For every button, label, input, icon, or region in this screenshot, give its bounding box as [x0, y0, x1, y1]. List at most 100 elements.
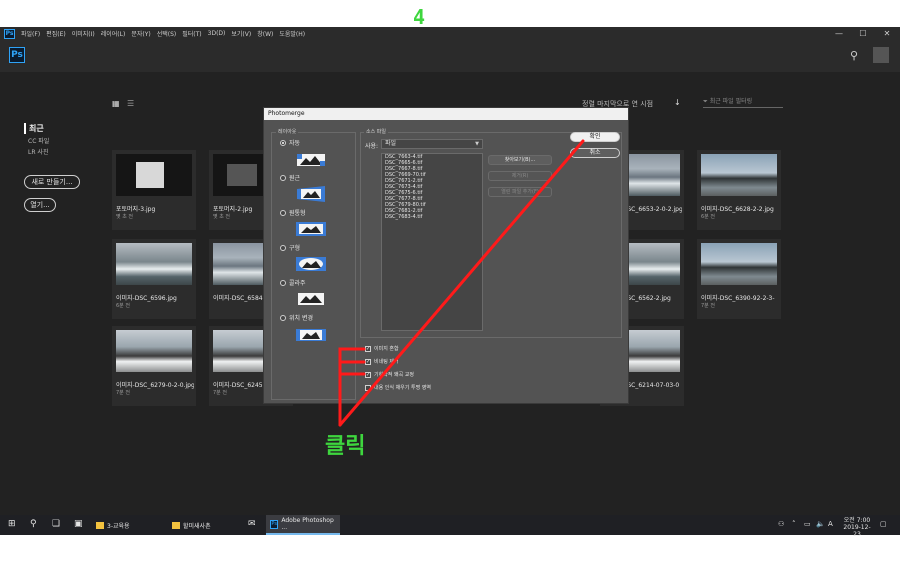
- clock[interactable]: 오전 7:00 2019-12-23: [840, 517, 874, 538]
- menu-image[interactable]: 이미지(I): [72, 29, 95, 38]
- dialog-title: Photomerge: [264, 108, 628, 120]
- menu-help[interactable]: 도움말(H): [279, 29, 305, 38]
- menu-window[interactable]: 창(W): [257, 29, 273, 38]
- search-icon[interactable]: ⚲: [30, 519, 37, 529]
- sort-direction-icon[interactable]: ↓: [674, 98, 681, 107]
- file-name: 이미지-DSC_6279-0-2-0.jpg: [116, 382, 194, 389]
- new-file-button[interactable]: 새로 만들기...: [24, 175, 80, 189]
- option-content-aware-fill[interactable]: 내용 인식 채우기 투명 영역: [365, 384, 431, 391]
- notification-icon[interactable]: ▢: [880, 520, 887, 528]
- layout-reposition-icon: [296, 329, 326, 341]
- chevron-down-icon: ▼: [475, 141, 479, 147]
- list-item[interactable]: DSC_7683-4.tif: [382, 214, 482, 220]
- radio-button[interactable]: [280, 209, 286, 216]
- recent-file-card[interactable]: 이미지-DSC_6390-92-2-3- 7분 전: [697, 239, 781, 319]
- search-icon[interactable]: ⚲: [850, 49, 858, 62]
- store-icon[interactable]: ▣: [74, 519, 83, 529]
- file-time: 7분 전: [701, 303, 715, 309]
- cancel-button[interactable]: 취소: [570, 148, 620, 158]
- radio-button[interactable]: [280, 174, 286, 181]
- annotation-label: 클릭: [325, 434, 366, 459]
- checkbox-label: 기하학적 왜곡 교정: [374, 372, 414, 378]
- add-open-files-button[interactable]: 열린 파일 추가(F): [488, 187, 552, 197]
- clock-date: 2019-12-23: [843, 524, 871, 538]
- radio-button[interactable]: [280, 139, 286, 146]
- use-select[interactable]: 파일 ▼: [381, 139, 483, 149]
- sidebar-item-lr-photos[interactable]: LR 사진: [28, 147, 48, 156]
- windows-start-icon[interactable]: ⊞: [8, 519, 16, 529]
- sidebar-item-cc-files[interactable]: CC 파일: [28, 136, 49, 145]
- folder-icon: [172, 521, 180, 529]
- taskbar-app-folder-1[interactable]: 3-교육용: [92, 515, 166, 535]
- file-thumbnail: [701, 154, 777, 196]
- menu-edit[interactable]: 편집(E): [46, 29, 66, 38]
- open-file-button[interactable]: 열기...: [24, 198, 56, 212]
- minimize-button[interactable]: —: [828, 27, 850, 40]
- browse-button[interactable]: 찾아보기(B)...: [488, 155, 552, 165]
- recent-file-card[interactable]: 이미지-DSC_6279-0-2-0.jpg 7분 전: [112, 326, 196, 406]
- layout-radio-cylindrical[interactable]: 원통형: [280, 208, 306, 217]
- recent-file-card[interactable]: 이미지-DSC_6628-2-2.jpg 6분 전: [697, 150, 781, 230]
- file-name: 이미지-DSC_6628-2-2.jpg: [701, 206, 774, 213]
- grid-view-icon[interactable]: ▦: [112, 99, 120, 108]
- source-group-label: 소스 파일: [364, 128, 388, 135]
- source-file-list[interactable]: DSC_7663-4.tif DSC_7665-6.tif DSC_7667-8…: [381, 153, 483, 331]
- sidebar-item-recent[interactable]: 최근: [24, 123, 44, 134]
- option-blend-images[interactable]: ✓ 이미지 혼합: [365, 345, 399, 352]
- layout-cylindrical-icon: [296, 222, 326, 236]
- layout-radio-auto[interactable]: 자동: [280, 138, 300, 147]
- option-geometric-distortion[interactable]: ✓ 기하학적 왜곡 교정: [365, 371, 414, 378]
- file-time: 몇 초 전: [116, 214, 133, 220]
- checkbox[interactable]: ✓: [365, 358, 371, 365]
- file-thumbnail: [116, 154, 192, 196]
- checkbox[interactable]: [365, 384, 371, 391]
- layout-auto-icon: [297, 154, 325, 166]
- recent-file-card[interactable]: 포토머지-3.jpg 몇 초 전: [112, 150, 196, 230]
- taskbar-app-folder-2[interactable]: 할미새사촌: [168, 515, 242, 535]
- layout-radio-collage[interactable]: 콜라주: [280, 278, 306, 287]
- network-icon[interactable]: ▭: [804, 520, 811, 528]
- taskbar-app-photoshop[interactable]: Ps Adobe Photoshop ...: [266, 515, 340, 535]
- checkbox[interactable]: ✓: [365, 345, 371, 352]
- ime-icon[interactable]: A: [828, 520, 833, 528]
- radio-button[interactable]: [280, 314, 286, 321]
- menu-file[interactable]: 파일(F): [21, 29, 40, 38]
- layout-spherical-icon: [296, 257, 326, 271]
- radio-label: 콜라주: [289, 280, 306, 287]
- layout-radio-reposition[interactable]: 위치 변경: [280, 313, 313, 322]
- layout-radio-perspective[interactable]: 원근: [280, 173, 300, 182]
- ps-logo[interactable]: Ps: [9, 47, 25, 63]
- volume-icon[interactable]: 🔈: [816, 520, 825, 528]
- screenshot-stage: 4 Ps 파일(F) 편집(E) 이미지(I) 레이어(L) 문자(Y) 선택(…: [0, 0, 900, 563]
- people-icon[interactable]: ⚇: [778, 520, 784, 528]
- option-vignette-removal[interactable]: ✓ 비네팅 제거: [365, 358, 399, 365]
- taskbar-app-label: 3-교육용: [107, 522, 130, 530]
- checkbox-label: 내용 인식 채우기 투명 영역: [374, 385, 431, 391]
- menu-view[interactable]: 보기(V): [231, 29, 251, 38]
- radio-button[interactable]: [280, 279, 286, 286]
- menu-select[interactable]: 선택(S): [157, 29, 177, 38]
- menu-filter[interactable]: 필터(T): [182, 29, 201, 38]
- maximize-button[interactable]: ☐: [852, 27, 874, 40]
- radio-button[interactable]: [280, 244, 286, 251]
- ok-button[interactable]: 확인: [570, 132, 620, 142]
- layout-radio-spherical[interactable]: 구형: [280, 243, 300, 252]
- close-button[interactable]: ✕: [876, 27, 898, 40]
- filter-icon: ⏷: [703, 98, 710, 105]
- remove-button[interactable]: 제거(R): [488, 171, 552, 181]
- photomerge-dialog: Photomerge 레이아웃 자동 원근 원통형 구형 콜라주 위치 변경 소…: [263, 107, 629, 404]
- menu-type[interactable]: 문자(Y): [131, 29, 150, 38]
- checkbox[interactable]: ✓: [365, 371, 371, 378]
- list-view-icon[interactable]: ☰: [127, 99, 134, 108]
- file-name: 포토머지-3.jpg: [116, 206, 156, 213]
- menu-3d[interactable]: 3D(D): [208, 30, 226, 37]
- task-view-icon[interactable]: ❏: [52, 519, 60, 529]
- taskbar-app-label: 할미새사촌: [183, 522, 211, 530]
- layout-perspective-icon: [297, 186, 325, 202]
- recent-file-card[interactable]: 이미지-DSC_6596.jpg 6분 전: [112, 239, 196, 319]
- chevron-up-icon[interactable]: ˄: [792, 520, 796, 528]
- avatar[interactable]: [873, 47, 889, 63]
- menu-layer[interactable]: 레이어(L): [101, 29, 126, 38]
- mail-icon[interactable]: ✉: [248, 519, 256, 529]
- recent-filter-input[interactable]: ⏷ 최근 파일 필터링: [703, 96, 783, 108]
